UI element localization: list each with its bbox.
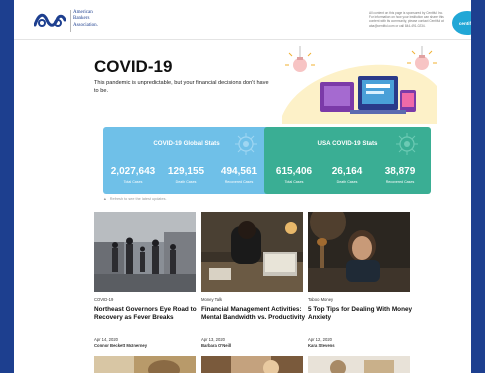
virus-icon <box>235 133 257 155</box>
sponsor-line: content with its community, please conta… <box>369 19 444 24</box>
article-author[interactable]: Kara Stevens <box>308 343 335 348</box>
global-death-cases: 129,155 Death Cases <box>161 166 211 184</box>
usa-stats-card: USA COVID-19 Stats 615,406 Total Cases 2… <box>264 127 431 194</box>
article-category[interactable]: COVID-19 <box>94 297 113 302</box>
article-date: Apr 12, 2020 <box>308 337 332 342</box>
article-thumbnail[interactable] <box>308 356 410 373</box>
stat-value: 26,164 <box>331 166 363 177</box>
hero-illustration <box>282 46 437 124</box>
article-thumbnail[interactable] <box>201 356 303 373</box>
page-title: COVID-19 <box>94 57 173 76</box>
stat-value: 494,561 <box>220 166 258 177</box>
page-subtitle: This pandemic is unpredictable, but your… <box>94 80 269 94</box>
article-thumbnail[interactable] <box>308 212 410 292</box>
refresh-notice: ▲ Refresh to see the latest updates. <box>103 197 167 201</box>
global-stats-card: COVID-19 Global Stats 2,027,643 Total Ca… <box>103 127 270 194</box>
article-thumbnail[interactable] <box>201 212 303 292</box>
article-category[interactable]: Taboo Money <box>308 297 333 302</box>
stat-value: 2,027,643 <box>110 166 156 177</box>
lightbulb-icon <box>285 46 315 72</box>
global-recovered-cases: 494,561 Recovered Cases <box>213 166 265 184</box>
stat-value: 615,406 <box>275 166 313 177</box>
article-card[interactable]: Money Talk Financial Management Activiti… <box>201 212 305 348</box>
article-author[interactable]: Barbara O'Neill <box>201 343 231 348</box>
usa-death-cases: 26,164 Death Cases <box>322 166 372 184</box>
logo-line: Association. <box>73 22 98 28</box>
aba-logo-text[interactable]: American Bankers Association. <box>73 10 113 29</box>
logo-divider <box>70 10 71 32</box>
article-date: Apr 13, 2020 <box>201 337 225 342</box>
article-thumbnail[interactable] <box>94 356 196 373</box>
sponsor-notice: All content on this page is sponsored by… <box>369 11 451 28</box>
lightbulb-icon <box>407 46 437 70</box>
article-card[interactable]: COVID-19 Northeast Governors Eye Road to… <box>94 212 197 348</box>
usa-recovered-cases: 38,879 Recovered Cases <box>374 166 426 184</box>
article-date: Apr 14, 2020 <box>94 337 118 342</box>
page: American Bankers Association. All conten… <box>14 0 471 373</box>
article-card[interactable]: Taboo Money 5 Top Tips for Dealing With … <box>308 212 412 348</box>
article-thumbnail[interactable] <box>94 212 196 292</box>
article-headline[interactable]: Financial Management Activities: Mental … <box>201 306 307 323</box>
aba-logo-icon[interactable] <box>34 11 66 29</box>
warning-icon: ▲ <box>103 197 107 201</box>
stat-label: Death Cases <box>336 180 358 184</box>
global-total-cases: 2,027,643 Total Cases <box>107 166 159 184</box>
stat-value: 38,879 <box>384 166 416 177</box>
article-author[interactable]: Connor Beckett McInerney <box>94 343 147 348</box>
sponsor-line: aba@centiful.com or call 844-491-0234. <box>369 23 426 28</box>
stat-label: Total Cases <box>123 180 143 184</box>
usa-total-cases: 615,406 Total Cases <box>268 166 320 184</box>
centiful-badge[interactable]: centiful <box>452 11 471 35</box>
stat-label: Recovered Cases <box>385 180 415 184</box>
stat-label: Total Cases <box>284 180 304 184</box>
article-category[interactable]: Money Talk <box>201 297 222 302</box>
virus-icon <box>396 133 418 155</box>
stat-label: Recovered Cases <box>224 180 254 184</box>
stat-value: 129,155 <box>167 166 205 177</box>
article-headline[interactable]: 5 Top Tips for Dealing With Money Anxiet… <box>308 306 414 323</box>
stat-label: Death Cases <box>175 180 197 184</box>
site-header: American Bankers Association. All conten… <box>14 0 471 40</box>
article-headline[interactable]: Northeast Governors Eye Road to Recovery… <box>94 306 200 323</box>
badge-label: centiful <box>458 20 471 26</box>
refresh-text: Refresh to see the latest updates. <box>109 197 167 201</box>
